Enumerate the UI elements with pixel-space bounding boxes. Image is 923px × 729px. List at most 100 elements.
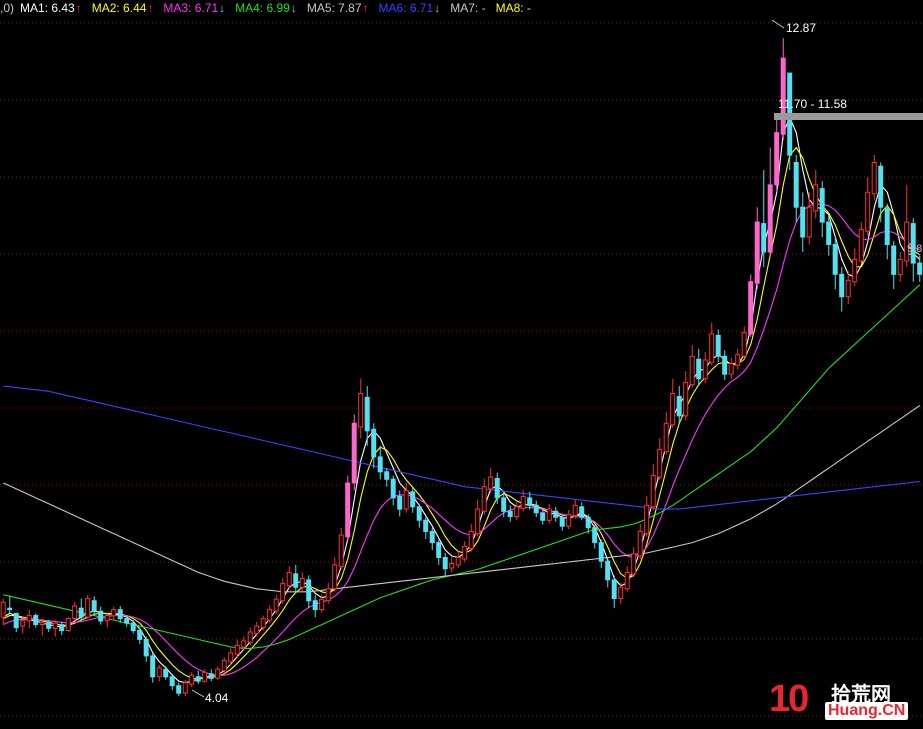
candle (494, 472, 500, 504)
candle-body (572, 504, 578, 517)
candle-body (273, 598, 279, 612)
candle-body (709, 333, 715, 363)
legend-ma2-label: MA2: 6.44 (91, 1, 147, 15)
candle-body (501, 497, 507, 512)
ma-line-ma3 (3, 203, 921, 676)
legend-ma1-label: MA1: 6.43 (20, 1, 75, 15)
legend-ma6: MA6: 6.71↓ (379, 0, 441, 18)
candle-body (507, 510, 513, 517)
legend-ma1: MA1: 6.43↑ (20, 0, 82, 18)
candle-body (299, 577, 305, 588)
legend-ma1-arrow: ↑ (75, 1, 82, 15)
chart-canvas[interactable]: 11.70 - 11.58 12.87 4.04 9.8 (0, 0, 923, 724)
candlestick-chart[interactable]: 11.70 - 11.58 12.87 4.04 9.8 ,0) MA1: 6.… (0, 0, 923, 724)
legend-ma5: MA5: 7.87↑ (307, 0, 369, 18)
candle (176, 682, 182, 697)
candle-body (800, 206, 806, 238)
candles (0, 38, 923, 697)
candle-body (481, 486, 487, 512)
candle-body (624, 571, 630, 590)
legend-ma4: MA4: 6.99↓ (235, 0, 297, 18)
candle (455, 551, 461, 568)
candle-body (670, 393, 676, 426)
candle-body (137, 630, 143, 640)
candle-body (312, 600, 318, 611)
ma-line-ma1 (3, 116, 921, 684)
candle-body (364, 396, 370, 432)
legend-ma3: MA3: 6.71↓ (163, 0, 225, 18)
candle-body (397, 495, 403, 510)
candle-body (91, 600, 97, 612)
candle (917, 255, 923, 282)
candle (33, 613, 39, 628)
candle (130, 620, 136, 634)
candle (754, 207, 760, 290)
candle-body (553, 510, 559, 518)
candle-body (735, 354, 741, 366)
candle (208, 669, 214, 682)
candle (624, 566, 630, 592)
candle (46, 620, 52, 633)
candle-body (631, 553, 637, 575)
candle (390, 475, 396, 506)
moving-average-lines (3, 116, 921, 684)
low-label: 4.04 (205, 691, 229, 705)
candle-body (533, 504, 539, 514)
legend-ma8: MA8: - (496, 0, 531, 18)
gap-label: 11.70 - 11.58 (778, 97, 847, 111)
candle-body (806, 206, 812, 238)
candle (481, 478, 487, 515)
candle (150, 652, 156, 683)
candle (351, 414, 357, 491)
candle-body (917, 262, 923, 275)
candle (670, 378, 676, 428)
ma-legend: ,0) MA1: 6.43↑ MA2: 6.44↑ MA3: 6.71↓ MA4… (0, 0, 541, 18)
candle-body (436, 542, 442, 558)
candle (345, 475, 351, 542)
candle-body (85, 598, 91, 618)
candle-body (585, 516, 591, 529)
high-label: 12.87 (786, 21, 816, 35)
candle-body (559, 516, 565, 527)
candle-body (390, 478, 396, 499)
ma-line-ma2 (3, 146, 921, 680)
candle (13, 612, 19, 633)
candle (72, 602, 78, 621)
candle-body (195, 676, 201, 682)
candle (741, 326, 747, 360)
candle-body (202, 671, 208, 682)
candle-body (455, 557, 461, 566)
candle-body (416, 506, 422, 521)
candle-body (832, 244, 838, 275)
candle-body (683, 381, 689, 417)
candle-body (169, 676, 175, 687)
candle (871, 155, 877, 200)
candle (397, 490, 403, 517)
candle (156, 664, 162, 682)
candle-body (7, 607, 13, 611)
candle-body (858, 229, 864, 262)
candle (189, 672, 195, 688)
candle-body (280, 583, 286, 602)
watermark-number: 10 (769, 678, 809, 720)
candle-body (156, 667, 162, 678)
candle (163, 666, 169, 680)
candle (676, 386, 682, 424)
candle (813, 169, 819, 219)
candle-body (143, 639, 149, 657)
candle-body (520, 495, 526, 509)
candle-body (546, 508, 552, 521)
candle-body (644, 504, 650, 535)
candle-body (267, 609, 273, 621)
legend-ma2-arrow: ↑ (147, 1, 154, 15)
candle (468, 523, 474, 552)
candle-body (130, 622, 136, 632)
candle (793, 155, 799, 223)
candle (605, 557, 611, 588)
candle (878, 162, 884, 223)
legend-ma5-label: MA5: 7.87 (306, 1, 362, 15)
legend-ma7: MA7: - (450, 0, 485, 18)
candle-body (241, 640, 247, 648)
watermark-en-text: Huang.CN (825, 702, 909, 720)
candle (839, 266, 845, 312)
